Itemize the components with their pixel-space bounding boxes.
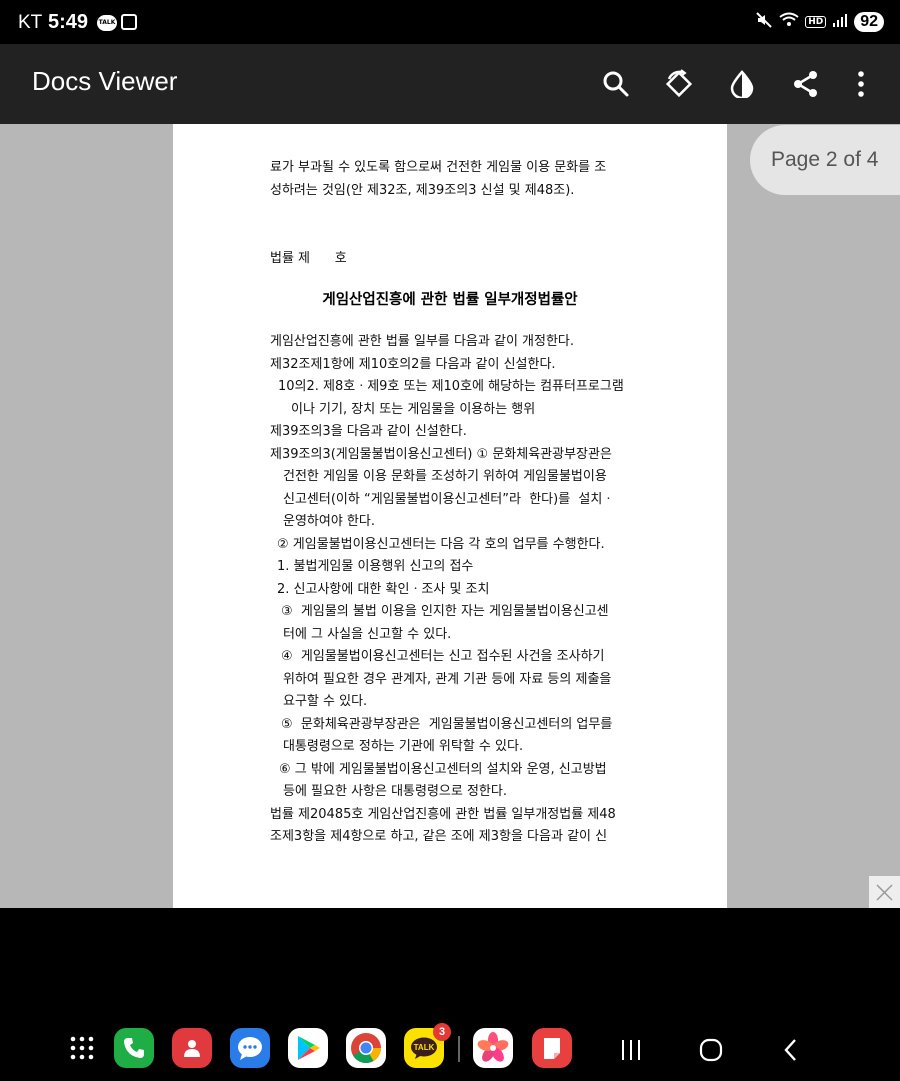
doc-line: ③ 게임물의 불법 이용을 인지한 자는 게임물불법이용신고센 — [281, 604, 609, 619]
doc-line: 2. 신고사항에 대한 확인ㆍ조사 및 조치 — [277, 582, 490, 597]
doc-line: 등에 필요한 사항은 대통령령으로 정한다. — [283, 784, 507, 799]
phone-app-icon — [124, 1038, 144, 1058]
kakaotalk-notification-icon: TALK — [97, 15, 117, 31]
kakaotalk-app-icon: TALK — [411, 1037, 437, 1059]
screenshot-notification-icon — [121, 14, 137, 30]
page-indicator: Page 2 of 4 — [750, 125, 900, 195]
contrast-button[interactable] — [722, 64, 762, 104]
signal-icon — [832, 13, 848, 31]
contrast-icon — [730, 70, 754, 98]
status-bar: KT 5:49 TALK HD 92 — [0, 0, 900, 44]
doc-line: ② 게임물불법이용신고센터는 다음 각 호의 업무를 수행한다. — [277, 537, 605, 552]
home-icon — [699, 1038, 723, 1062]
doc-line: 법률 제20485호 게임산업진흥에 관한 법률 일부개정법률 제48 — [270, 807, 616, 822]
doc-line: ④ 게임물불법이용신고센터는 신고 접수된 사건을 조사하기 — [281, 649, 605, 664]
doc-line: 대통령령으로 정하는 기관에 위탁할 수 있다. — [283, 739, 524, 754]
kakaotalk-app-label: TALK — [414, 1043, 435, 1052]
chrome-app[interactable] — [346, 1028, 386, 1068]
mute-icon — [755, 11, 773, 33]
gallery-app-icon — [477, 1032, 509, 1062]
notes-app-icon — [544, 1038, 560, 1059]
doc-line: ⑥ 그 밖에 게임물불법이용신고센터의 설치와 운영, 신고방법 — [279, 762, 607, 777]
doc-line: 1. 불법게임물 이용행위 신고의 접수 — [277, 559, 474, 574]
play-store-app-icon — [298, 1036, 320, 1060]
clock: 5:49 — [48, 11, 89, 33]
doc-line: 이나 기기, 장치 또는 게임물을 이용하는 행위 — [291, 402, 536, 417]
notes-app[interactable] — [532, 1028, 572, 1068]
doc-line: 터에 그 사실을 신고할 수 있다. — [283, 627, 452, 642]
recent-apps-button[interactable] — [616, 1035, 646, 1065]
doc-line: 제39조의3(게임물불법이용신고센터) ① 문화체육관광부장관은 — [270, 447, 612, 462]
messages-app-icon — [238, 1037, 262, 1060]
doc-line: 제39조의3을 다음과 같이 신설한다. — [270, 424, 467, 439]
doc-line: 성하려는 것임(안 제32조, 제39조의3 신설 및 제48조). — [270, 183, 575, 198]
close-icon — [876, 884, 893, 901]
search-icon — [603, 71, 629, 97]
notification-badge: 3 — [433, 1023, 451, 1041]
doc-line: 요구할 수 있다. — [283, 694, 368, 709]
back-button[interactable] — [776, 1035, 806, 1065]
app-drawer-icon — [70, 1036, 94, 1060]
share-button[interactable] — [786, 64, 826, 104]
battery-indicator: 92 — [854, 12, 884, 32]
close-overlay-button[interactable] — [869, 876, 900, 908]
doc-line: ⑤ 문화체육관광부장관은 게임물불법이용신고센터의 업무를 — [281, 717, 613, 732]
contacts-app-icon — [184, 1040, 200, 1057]
rotate-icon — [665, 69, 693, 98]
page-indicator-label: Page 2 of 4 — [771, 148, 879, 171]
recent-apps-icon — [622, 1040, 640, 1060]
app-bar: Docs Viewer — [0, 44, 900, 124]
doc-line: 법률 제 호 — [270, 251, 347, 266]
doc-line: 건전한 게임물 이용 문화를 조성하기 위하여 게임물불법이용 — [283, 469, 607, 484]
more-vert-icon — [858, 71, 864, 97]
more-options-button[interactable] — [841, 64, 881, 104]
doc-line: 운영하여야 한다. — [283, 514, 375, 529]
carrier-label: KT — [18, 12, 43, 33]
doc-line: 게임산업진흥에 관한 법률 일부를 다음과 같이 개정한다. — [270, 334, 575, 349]
messages-app[interactable] — [230, 1028, 270, 1068]
doc-line: 10의2. 제8호ㆍ제9호 또는 제10호에 해당하는 컴퓨터프로그램 — [278, 379, 624, 394]
contacts-app[interactable] — [172, 1028, 212, 1068]
document-page[interactable]: 료가 부과될 수 있도록 함으로써 건전한 게임물 이용 문화를 조 성하려는 … — [173, 124, 727, 908]
rotate-button[interactable] — [659, 64, 699, 104]
doc-line: 제32조제1항에 제10호의2를 다음과 같이 신설한다. — [270, 357, 556, 372]
bill-title: 게임산업진흥에 관한 법률 일부개정법률안 — [322, 292, 578, 308]
share-icon — [794, 71, 817, 97]
document-viewer[interactable]: 료가 부과될 수 있도록 함으로써 건전한 게임물 이용 문화를 조 성하려는 … — [0, 124, 900, 908]
home-button[interactable] — [696, 1035, 726, 1065]
app-title: Docs Viewer — [32, 66, 178, 96]
doc-line: 조제3항을 제4항으로 하고, 같은 조에 제3항을 다음과 같이 신 — [270, 829, 608, 844]
doc-line: 신고센터(이하 “게임물불법이용신고센터”라 한다)를 설치ㆍ — [283, 492, 615, 507]
app-drawer-button[interactable] — [62, 1028, 102, 1068]
wifi-icon — [779, 12, 799, 32]
doc-line: 위하여 필요한 경우 관계자, 관계 기관 등에 자료 등의 제출을 — [283, 672, 612, 687]
play-store-app[interactable] — [288, 1028, 328, 1068]
dock-divider — [458, 1036, 460, 1062]
status-icons: HD 92 — [755, 10, 884, 34]
back-icon — [784, 1039, 796, 1061]
search-button[interactable] — [596, 64, 636, 104]
gallery-app[interactable] — [473, 1028, 513, 1068]
hd-voice-icon: HD — [805, 16, 827, 28]
phone-app[interactable] — [114, 1028, 154, 1068]
doc-line: 료가 부과될 수 있도록 함으로써 건전한 게임물 이용 문화를 조 — [270, 160, 607, 175]
chrome-app-icon — [351, 1033, 381, 1064]
